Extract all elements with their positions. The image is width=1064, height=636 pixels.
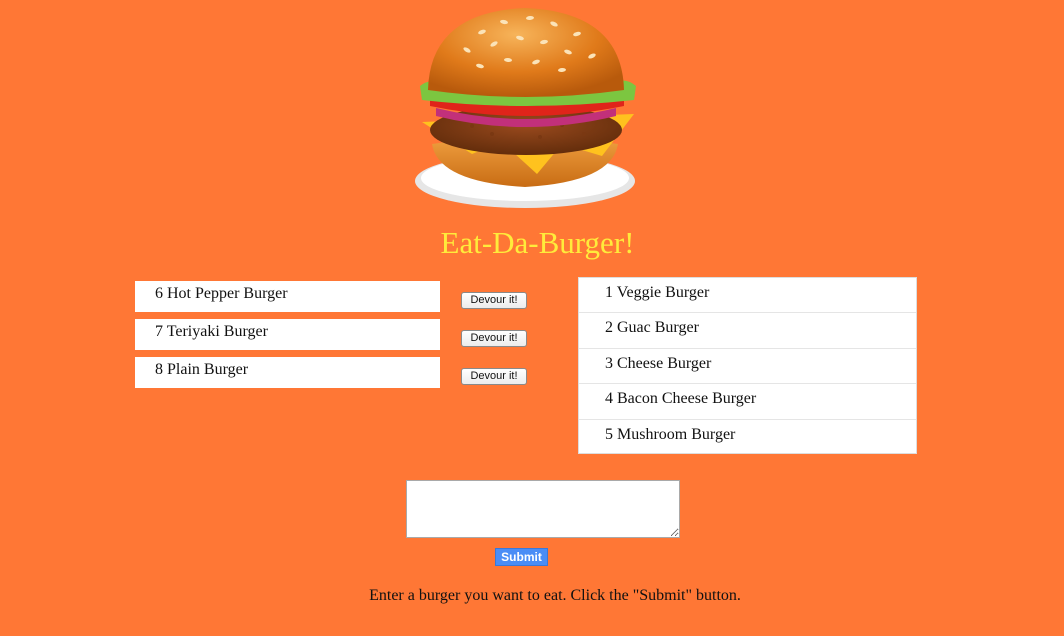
- burger-name: 3 Cheese Burger: [605, 354, 712, 372]
- devour-button[interactable]: Devour it!: [461, 330, 527, 347]
- devoured-burger-item: 4 Bacon Cheese Burger: [579, 384, 916, 420]
- page-title: Eat-Da-Burger!: [440, 225, 635, 260]
- devoured-burger-item: 3 Cheese Burger: [579, 349, 916, 385]
- burger-name: 5 Mushroom Burger: [605, 425, 736, 443]
- burger-name: 2 Guac Burger: [605, 319, 699, 337]
- devoured-burger-item: 2 Guac Burger: [579, 313, 916, 349]
- burger-name: 4 Bacon Cheese Burger: [605, 390, 757, 408]
- burger-name: 1 Veggie Burger: [605, 284, 710, 301]
- instructions-text: Enter a burger you want to eat. Click th…: [369, 587, 741, 604]
- hamburger-logo-icon: [415, 8, 636, 208]
- devoured-burgers-list: 1 Veggie Burger 2 Guac Burger 3 Cheese B…: [578, 277, 917, 454]
- uneaten-burger-item: 6 Hot Pepper Burger: [135, 281, 440, 312]
- burger-name: 8 Plain Burger: [155, 361, 249, 378]
- burger-name: 7 Teriyaki Burger: [155, 323, 268, 340]
- devour-button[interactable]: Devour it!: [461, 368, 527, 385]
- devoured-burger-item: 5 Mushroom Burger: [579, 420, 916, 455]
- uneaten-burger-item: 8 Plain Burger: [135, 357, 440, 388]
- burger-name: 6 Hot Pepper Burger: [155, 285, 288, 302]
- burger-name-input[interactable]: [406, 480, 680, 538]
- devoured-burger-item: 1 Veggie Burger: [579, 278, 916, 314]
- devour-button[interactable]: Devour it!: [461, 292, 527, 309]
- uneaten-burger-item: 7 Teriyaki Burger: [135, 319, 440, 350]
- submit-button[interactable]: Submit: [495, 548, 548, 566]
